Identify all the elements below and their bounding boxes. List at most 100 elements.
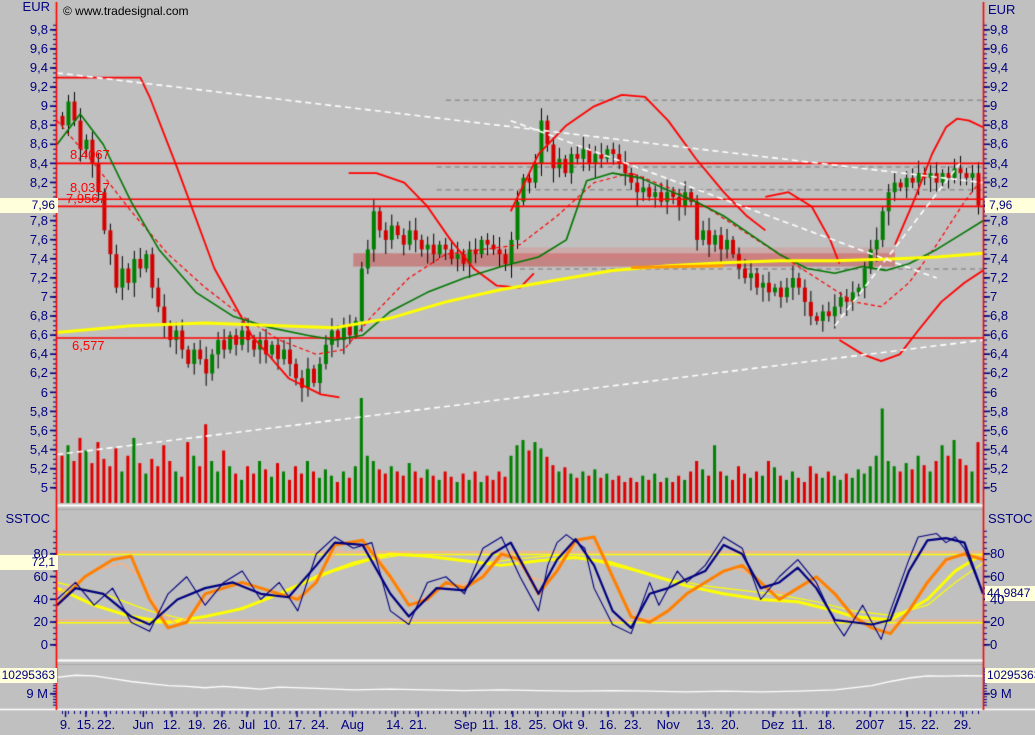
price-tick-label: 7 — [990, 290, 997, 304]
sstoc-tick-label: 20 — [990, 615, 1004, 629]
price-tick-label: 6 — [0, 386, 48, 400]
price-tick-label: 5,4 — [990, 443, 1008, 457]
date-tick-label: 15. — [77, 718, 95, 732]
price-tick-label: 5,6 — [0, 424, 48, 438]
date-tick-label: 9. — [60, 718, 71, 732]
date-tick-label: Nov — [657, 718, 680, 732]
sstoc-tick-label: 80 — [0, 547, 48, 561]
date-tick-label: 21. — [409, 718, 427, 732]
sstoc-tick-label: 60 — [0, 570, 48, 584]
price-tick-label: 9,8 — [990, 23, 1008, 37]
price-level-annotation: 7,9567 — [66, 192, 106, 206]
price-level-annotation: 6,577 — [72, 339, 105, 353]
copyright-label: © www.tradesignal.com — [63, 4, 189, 18]
price-tick-label: 8,4 — [0, 157, 48, 171]
price-tick-label: 6,4 — [990, 347, 1008, 361]
price-tick-label: 5,8 — [990, 405, 1008, 419]
price-tick-label: 9,2 — [0, 80, 48, 94]
date-tick-label: Sep — [454, 718, 477, 732]
sstoc-tick-label: 20 — [0, 615, 48, 629]
date-tick-label: 13. — [696, 718, 714, 732]
price-tick-label: 8,4 — [990, 157, 1008, 171]
price-tick-label: 5,6 — [990, 424, 1008, 438]
date-tick-label: Jul — [239, 718, 256, 732]
price-tick-label: 5,4 — [0, 443, 48, 457]
date-tick-label: 11. — [482, 718, 499, 732]
date-tick-label: 15. — [898, 718, 916, 732]
money-volume-marker-left: 10295363 — [0, 668, 57, 683]
date-tick-label: Jun — [133, 718, 154, 732]
price-tick-label: 6,8 — [0, 309, 48, 323]
sstoc-tick-label: 0 — [990, 638, 997, 652]
tradesignal-chart-window: EUR EUR © www.tradesignal.com SSTOC SSTO… — [0, 0, 1035, 735]
price-axis-unit-right: EUR — [988, 3, 1015, 17]
chart-canvas[interactable] — [0, 0, 1035, 735]
date-tick-label: Aug — [341, 718, 364, 732]
price-tick-label: 7,4 — [0, 252, 48, 266]
price-tick-label: 6,4 — [0, 347, 48, 361]
price-tick-label: 7,6 — [0, 233, 48, 247]
price-tick-label: 7,2 — [0, 271, 48, 285]
price-tick-label: 7,8 — [0, 214, 48, 228]
price-tick-label: 8,2 — [990, 176, 1008, 190]
price-tick-label: 6 — [990, 386, 997, 400]
date-tick-label: 18. — [504, 718, 522, 732]
sstoc-tick-label: 60 — [990, 570, 1004, 584]
price-tick-label: 9 — [0, 99, 48, 113]
money-volume-marker-right: 10295363 — [985, 668, 1035, 683]
date-tick-label: 19. — [188, 718, 206, 732]
price-tick-label: 8,8 — [0, 118, 48, 132]
date-tick-label: 25. — [529, 718, 547, 732]
date-tick-label: 18. — [817, 718, 835, 732]
price-level-annotation: 8,4067 — [70, 148, 110, 162]
price-tick-label: 9,4 — [990, 61, 1008, 75]
sstoc-title-left: SSTOC — [0, 512, 50, 526]
date-tick-label: 9. — [578, 718, 589, 732]
price-tick-label: 8,8 — [990, 118, 1008, 132]
date-tick-label: 22. — [97, 718, 115, 732]
price-tick-label: 6,6 — [990, 328, 1008, 342]
price-tick-label: 5,2 — [0, 462, 48, 476]
price-tick-label: 6,2 — [0, 366, 48, 380]
date-tick-label: 14. — [386, 718, 404, 732]
sstoc-tick-label: 0 — [0, 638, 48, 652]
date-tick-label: 24. — [311, 718, 329, 732]
price-tick-label: 9,2 — [990, 80, 1008, 94]
date-tick-label: 10. — [263, 718, 281, 732]
date-tick-label: 20. — [721, 718, 739, 732]
date-tick-label: Okt — [552, 718, 572, 732]
price-tick-label: 5 — [990, 481, 997, 495]
price-tick-label: 9,8 — [0, 23, 48, 37]
sstoc-title-right: SSTOC — [988, 512, 1033, 526]
price-tick-label: 7,4 — [990, 252, 1008, 266]
price-tick-label: 7,6 — [990, 233, 1008, 247]
price-tick-label: 8,2 — [0, 176, 48, 190]
price-tick-label: 9,4 — [0, 61, 48, 75]
sstoc-tick-label: 80 — [990, 547, 1004, 561]
date-tick-label: 22. — [921, 718, 939, 732]
sstoc-tick-label: 40 — [0, 593, 48, 607]
last-price-marker-right: 7,96 — [985, 198, 1035, 213]
price-tick-label: 8,6 — [990, 137, 1008, 151]
price-tick-label: 8,6 — [0, 137, 48, 151]
date-tick-label: 16. — [599, 718, 617, 732]
price-tick-label: 9,6 — [990, 42, 1008, 56]
date-tick-label: 23. — [624, 718, 642, 732]
price-axis-unit-left: EUR — [0, 0, 50, 14]
price-tick-label: 5,8 — [0, 405, 48, 419]
last-price-marker-left: 7,96 — [0, 198, 58, 213]
money-tick-label: 9 M — [990, 687, 1012, 701]
price-tick-label: 9 — [990, 99, 997, 113]
date-tick-label: Dez — [761, 718, 784, 732]
price-tick-label: 5,2 — [990, 462, 1008, 476]
date-tick-label: 26. — [213, 718, 231, 732]
price-tick-label: 7 — [0, 290, 48, 304]
price-tick-label: 5 — [0, 481, 48, 495]
price-tick-label: 6,2 — [990, 366, 1008, 380]
date-tick-label: 29. — [954, 718, 972, 732]
price-tick-label: 6,8 — [990, 309, 1008, 323]
date-tick-label: 2007 — [856, 718, 885, 732]
date-tick-label: 17. — [288, 718, 306, 732]
date-tick-label: 12. — [163, 718, 181, 732]
price-tick-label: 7,2 — [990, 271, 1008, 285]
